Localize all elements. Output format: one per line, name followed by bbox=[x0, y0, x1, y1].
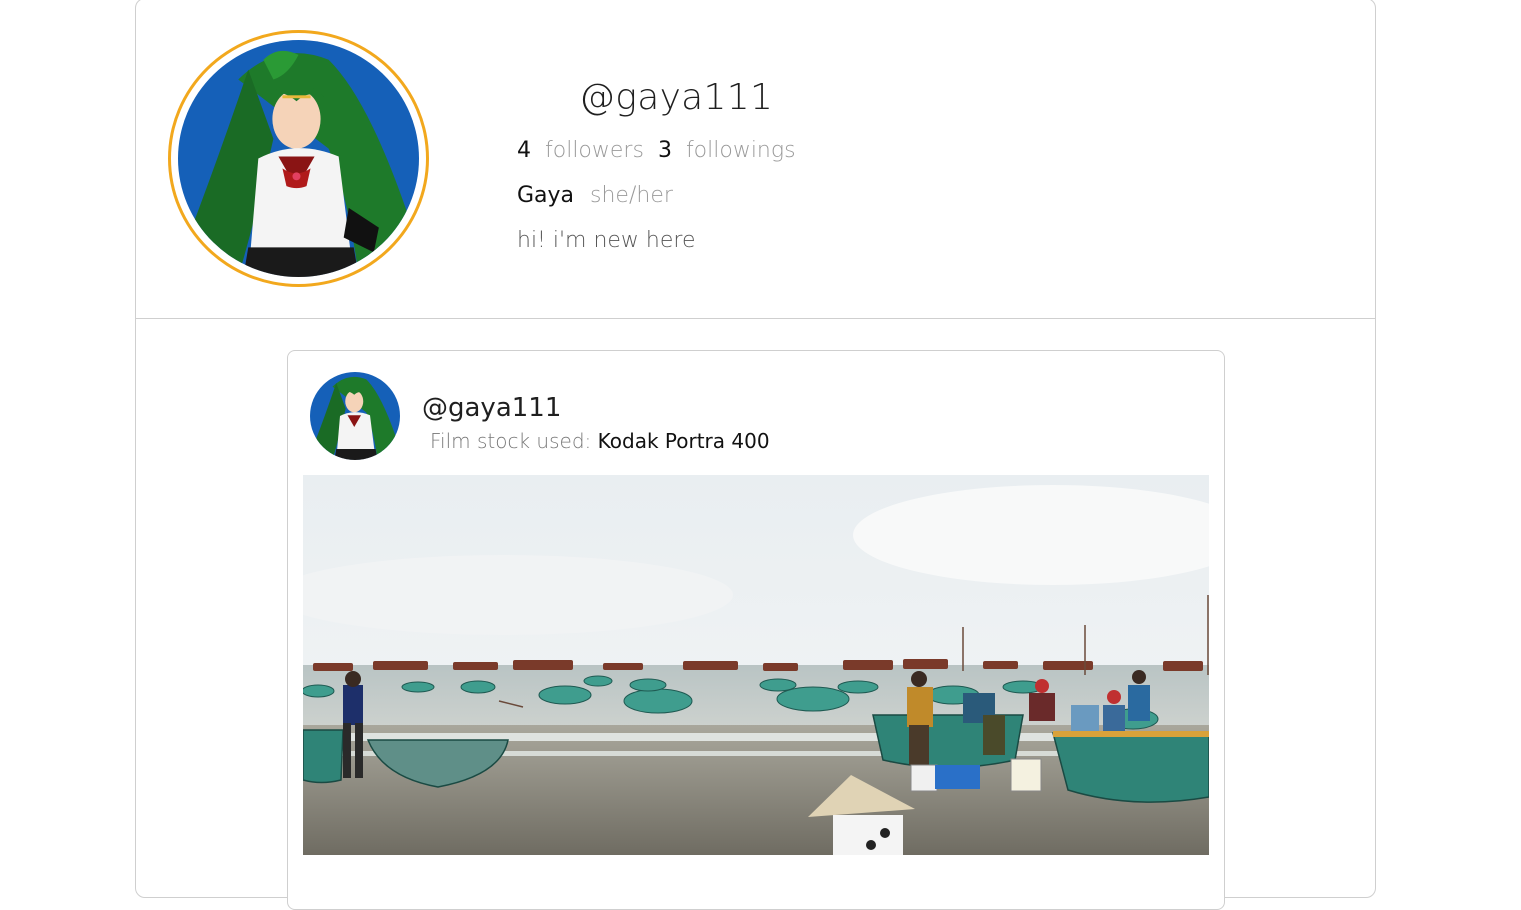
pronouns: she/her bbox=[590, 183, 673, 208]
post-username[interactable]: @gaya111 bbox=[422, 393, 561, 423]
followers-count[interactable]: 4 bbox=[517, 138, 531, 163]
profile-bio: hi! i'm new here bbox=[517, 228, 696, 253]
profile-username: @gaya111 bbox=[579, 77, 774, 118]
page-frame: @gaya111 4 followers 3 followings Gaya s… bbox=[135, 0, 1376, 910]
followings-count[interactable]: 3 bbox=[658, 138, 672, 163]
avatar-image-icon bbox=[178, 40, 419, 277]
film-stock-label: Film stock used: bbox=[430, 429, 592, 453]
film-stock-row: Film stock used: Kodak Portra 400 bbox=[430, 429, 770, 453]
profile-name-row: Gaya she/her bbox=[517, 183, 673, 208]
post-card: @gaya111 Film stock used: Kodak Portra 4… bbox=[287, 350, 1225, 910]
profile-stats: 4 followers 3 followings bbox=[517, 138, 810, 163]
profile-avatar[interactable] bbox=[168, 30, 429, 287]
followings-label[interactable]: followings bbox=[686, 138, 796, 163]
followers-label[interactable]: followers bbox=[545, 138, 644, 163]
post-photo-icon[interactable] bbox=[303, 475, 1209, 855]
film-stock-value: Kodak Portra 400 bbox=[597, 429, 770, 453]
display-name: Gaya bbox=[517, 183, 575, 208]
post-avatar-icon[interactable] bbox=[310, 372, 400, 460]
profile-header: @gaya111 4 followers 3 followings Gaya s… bbox=[136, 0, 1375, 319]
